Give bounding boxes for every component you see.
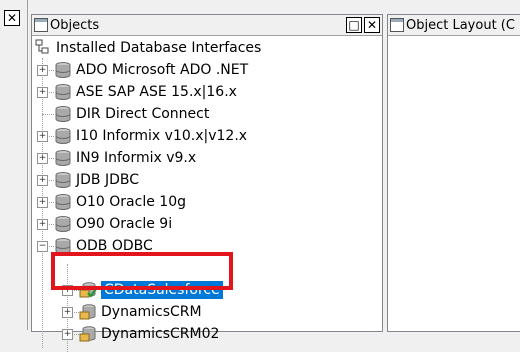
objects-panel-title: Objects [50,17,100,33]
objects-window-icon [34,18,48,32]
tree-expander[interactable]: − [37,241,48,252]
tree-item-label: DIR Direct Connect [76,106,210,122]
left-splitter[interactable] [22,0,28,330]
close-button[interactable]: ✕ [364,17,380,33]
tree-item-profile[interactable]: DynamicsCRM [79,301,202,323]
tree-item-interface[interactable]: ASE SAP ASE 15.x|16.x [54,81,237,103]
tree-expander[interactable]: + [37,153,48,164]
tree-item-label: O90 Oracle 9i [76,216,173,232]
layout-window-icon [390,18,404,32]
object-layout-panel-title: Object Layout (C [406,17,515,33]
database-icon [55,84,71,100]
tree-expander[interactable]: + [62,329,73,340]
tree-item-label: O10 Oracle 10g [76,194,186,210]
tree-expander[interactable]: + [37,87,48,98]
tree-item-interface[interactable]: IN9 Informix v9.x [54,147,196,169]
tree-root-label: Installed Database Interfaces [56,40,262,56]
database-icon [55,216,71,232]
left-docked-strip: ✕ [0,0,28,330]
tree-item-profile[interactable]: DynamicsCRM02 [79,323,219,345]
tree-item-interface[interactable]: ADO Microsoft ADO .NET [54,59,248,81]
tree-expander[interactable]: + [37,65,48,76]
database-icon [55,172,71,188]
tree-root[interactable]: Installed Database Interfaces [34,37,261,59]
database-icon [55,128,71,144]
tree-item-interface[interactable]: JDB JDBC [54,169,139,191]
tree-expander[interactable]: + [37,131,48,142]
database-icon [55,106,71,122]
object-layout-titlebar[interactable]: Object Layout (C [388,15,520,36]
tree-item-interface[interactable]: I10 Informix v10.x|v12.x [54,125,247,147]
tree-item-label: JDB JDBC [76,172,140,188]
tree-expander[interactable]: + [37,219,48,230]
database-interfaces-icon [35,39,49,54]
profile-icon [79,326,96,342]
tree-item-label: I10 Informix v10.x|v12.x [76,128,248,144]
tree-expander[interactable]: + [37,197,48,208]
tree-expander[interactable]: + [62,307,73,318]
tree-item-interface[interactable]: DIR Direct Connect [54,103,209,125]
tree-item-label: IN9 Informix v9.x [76,150,197,166]
tree-item-label: ASE SAP ASE 15.x|16.x [76,84,237,100]
tree-item-label: DynamicsCRM02 [101,326,220,342]
left-close-button[interactable]: ✕ [4,10,20,26]
database-icon [55,194,71,210]
tree-expander[interactable]: + [37,175,48,186]
annotation-highlight-box [51,252,233,290]
tree-item-interface[interactable]: O90 Oracle 9i [54,213,172,235]
tree-item-label: ADO Microsoft ADO .NET [76,62,249,78]
profile-icon [79,304,96,320]
database-icon [55,150,71,166]
restore-button[interactable]: □ [346,17,362,33]
tree-item-label: DynamicsCRM [101,304,202,320]
tree-item-interface[interactable]: O10 Oracle 10g [54,191,186,213]
database-icon [55,62,71,78]
object-layout-panel: Object Layout (C [387,14,520,332]
objects-titlebar[interactable]: Objects □ ✕ [32,15,382,36]
